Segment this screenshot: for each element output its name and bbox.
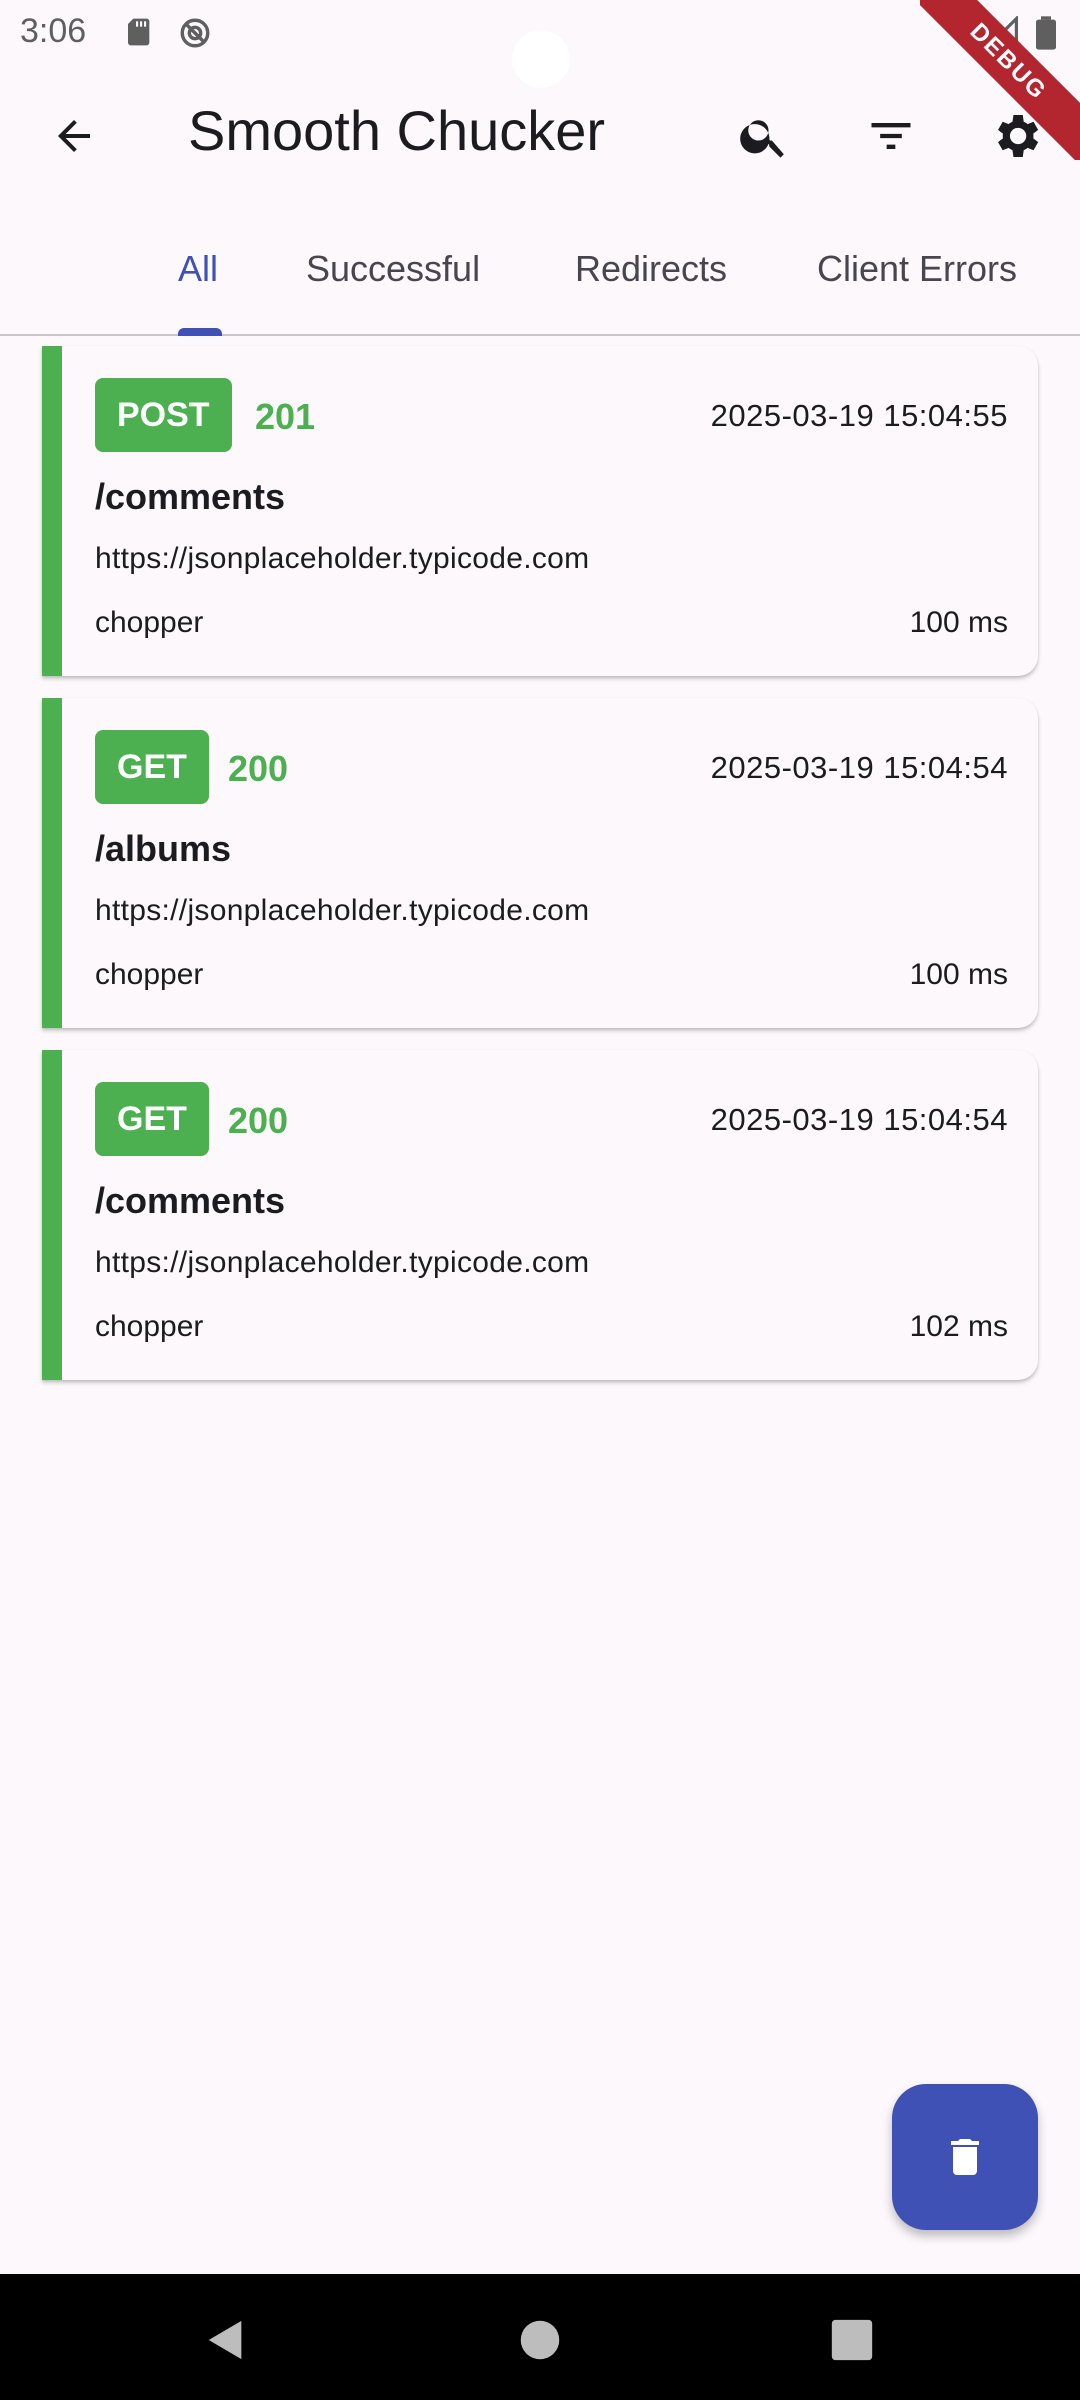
nav-back-button[interactable] [186, 2300, 266, 2380]
delete-icon [951, 2139, 979, 2175]
status-code: 200 [228, 748, 289, 789]
do-not-disturb-icon [178, 16, 212, 55]
request-list: POST 201 2025-03-19 15:04:55 /comments h… [42, 346, 1038, 1402]
request-path: /comments [95, 476, 286, 517]
search-button[interactable] [716, 88, 812, 184]
request-path: /comments [95, 1180, 286, 1221]
nav-recents-icon [831, 2319, 873, 2361]
request-path: /albums [95, 828, 232, 869]
app-bar: Smooth Chucker [0, 74, 1080, 200]
request-card[interactable]: GET 200 2025-03-19 15:04:54 /comments ht… [42, 1050, 1038, 1380]
status-accent-bar [42, 346, 62, 676]
tab-successful[interactable]: Successful [306, 248, 480, 290]
method-badge: GET [95, 1082, 209, 1156]
method-badge: GET [95, 730, 209, 804]
status-code: 201 [255, 396, 316, 437]
request-duration: 100 ms [909, 606, 1008, 639]
system-nav-bar [0, 2274, 1080, 2400]
nav-home-button[interactable] [500, 2300, 580, 2380]
settings-button[interactable] [968, 88, 1064, 184]
filter-button[interactable] [843, 88, 939, 184]
request-host: https://jsonplaceholder.typicode.com [95, 894, 590, 927]
search-icon [740, 120, 784, 158]
nav-back-icon [208, 2320, 242, 2360]
request-host: https://jsonplaceholder.typicode.com [95, 1246, 590, 1279]
page-title: Smooth Chucker [188, 99, 606, 162]
filter-icon [871, 123, 911, 149]
request-client: chopper [95, 606, 204, 639]
method-badge: POST [95, 378, 232, 452]
request-card[interactable]: GET 200 2025-03-19 15:04:54 /albums http… [42, 698, 1038, 1028]
request-timestamp: 2025-03-19 15:04:54 [710, 750, 1008, 785]
sd-card-icon [124, 16, 156, 53]
status-accent-bar [42, 1050, 62, 1380]
delete-all-button[interactable] [892, 2084, 1038, 2230]
request-timestamp: 2025-03-19 15:04:55 [710, 398, 1008, 433]
request-timestamp: 2025-03-19 15:04:54 [710, 1102, 1008, 1137]
request-duration: 100 ms [909, 958, 1008, 991]
status-accent-bar [42, 698, 62, 1028]
tab-all[interactable]: All [178, 248, 218, 290]
request-client: chopper [95, 1310, 204, 1343]
request-duration: 102 ms [909, 1310, 1008, 1343]
status-time: 3:06 [20, 12, 87, 50]
nav-recents-button[interactable] [812, 2300, 892, 2380]
tab-client-errors[interactable]: Client Errors [817, 248, 1017, 290]
back-arrow-icon [58, 120, 90, 152]
tab-indicator [178, 328, 222, 336]
status-bar: 3:06 DEBUG [0, 0, 1080, 160]
tab-redirects[interactable]: Redirects [575, 248, 727, 290]
status-code: 200 [228, 1100, 289, 1141]
request-host: https://jsonplaceholder.typicode.com [95, 542, 590, 575]
request-client: chopper [95, 958, 204, 991]
back-button[interactable] [26, 88, 122, 184]
request-card[interactable]: POST 201 2025-03-19 15:04:55 /comments h… [42, 346, 1038, 676]
nav-home-icon [520, 2320, 560, 2360]
tab-bar: All Successful Redirects Client Errors [0, 226, 1080, 336]
gear-icon [998, 115, 1039, 157]
